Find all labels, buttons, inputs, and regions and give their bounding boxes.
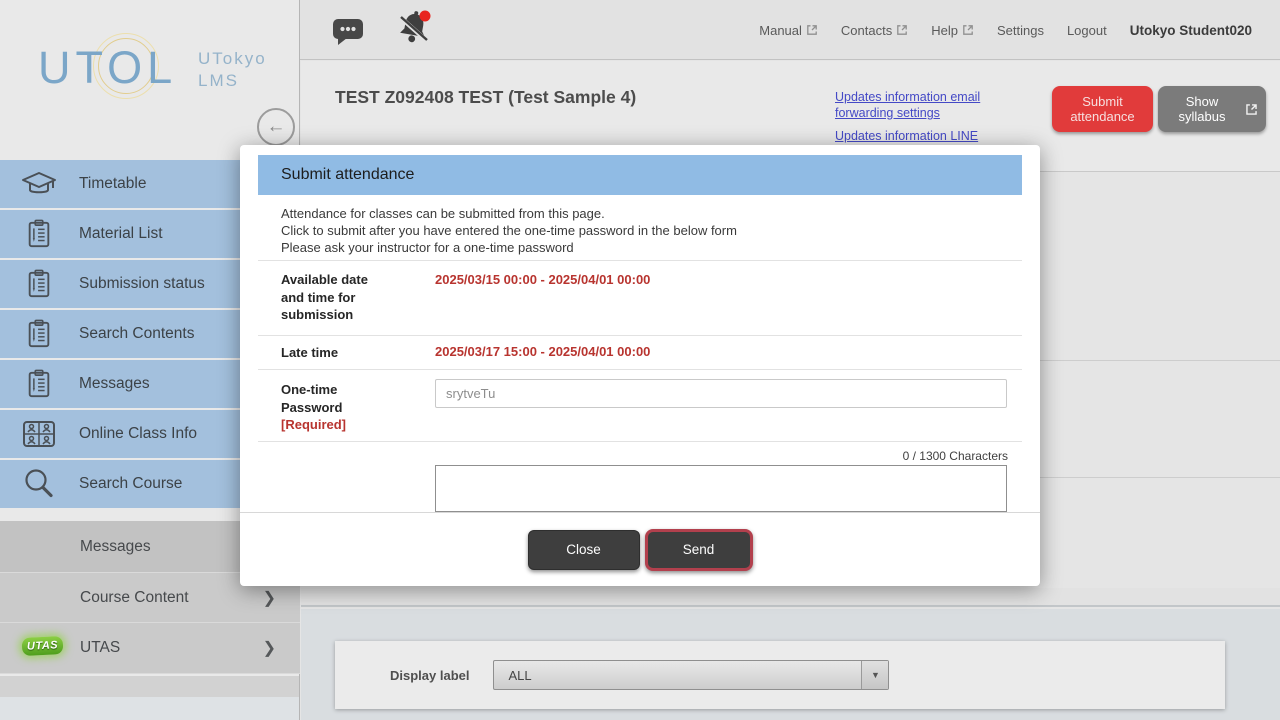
utol-logo: UTOL UTokyo LMS <box>38 42 278 122</box>
modal-footer: Close Send <box>240 512 1040 586</box>
sidebar-item-label: Search Contents <box>79 325 194 343</box>
nav-settings[interactable]: Settings <box>997 23 1044 38</box>
sidebar-item-label: Search Course <box>79 475 182 493</box>
modal-intro: Attendance for classes can be submitted … <box>281 205 737 256</box>
submit-attendance-button[interactable]: Submit attendance <box>1052 86 1153 132</box>
graduation-cap-icon <box>20 165 58 203</box>
clipboard-icon <box>20 265 58 303</box>
utas-logo-icon: UTAS <box>22 636 64 656</box>
required-badge: [Required] <box>281 416 393 434</box>
search-icon <box>20 465 58 503</box>
available-date-value: 2025/03/15 00:00 - 2025/04/01 00:00 <box>435 272 650 287</box>
sidebar-item-label: Online Class Info <box>79 425 197 443</box>
character-counter: 0 / 1300 Characters <box>903 449 1008 463</box>
nav-help[interactable]: Help <box>931 23 974 38</box>
sidebar-item-label: Material List <box>79 225 163 243</box>
sidebar-item-label: Messages <box>80 538 151 556</box>
selected-option: ALL <box>508 668 531 683</box>
sidebar-item-label: UTAS <box>80 639 120 657</box>
display-label-panel: Display label ALL ▼ <box>335 641 1225 709</box>
chat-bubble-icon[interactable] <box>330 15 366 47</box>
sidebar-item-label: Messages <box>79 375 150 393</box>
top-nav: Manual Contacts Help Settings Logout Uto… <box>759 0 1252 60</box>
one-time-password-input[interactable] <box>435 379 1007 408</box>
late-time-value: 2025/03/17 15:00 - 2025/04/01 00:00 <box>435 344 650 359</box>
logo-subtext: UTokyo LMS <box>198 48 267 92</box>
one-time-password-label: One-time Password [Required] <box>281 381 393 434</box>
external-link-icon <box>806 24 818 36</box>
header-links: Updates information email forwarding set… <box>835 89 999 144</box>
back-arrow-icon: ← <box>267 116 286 138</box>
video-grid-icon <box>20 415 58 453</box>
sidebar-item-label: Timetable <box>79 175 146 193</box>
close-button[interactable]: Close <box>528 530 640 570</box>
external-link-icon <box>1245 102 1258 117</box>
link-line-settings[interactable]: Updates information LINE <box>835 128 999 144</box>
sidebar-item-utas[interactable]: UTAS UTAS ❯ <box>0 623 300 674</box>
clipboard-icon <box>20 365 58 403</box>
display-label-text: Display label <box>390 668 469 683</box>
modal-title: Submit attendance <box>258 155 1022 195</box>
modal-divider <box>258 260 1022 261</box>
modal-divider <box>258 335 1022 336</box>
submit-attendance-modal: Submit attendance Attendance for classes… <box>240 145 1040 586</box>
comment-textarea[interactable] <box>435 465 1007 512</box>
modal-divider <box>258 441 1022 442</box>
link-email-forwarding-settings[interactable]: Updates information email forwarding set… <box>835 89 999 121</box>
sidebar-item-label: Submission status <box>79 275 205 293</box>
nav-logout[interactable]: Logout <box>1067 23 1107 38</box>
username: Utokyo Student020 <box>1130 23 1252 38</box>
notification-badge <box>420 11 431 22</box>
external-link-icon <box>896 24 908 36</box>
sidebar-bottom-strip <box>0 676 299 697</box>
nav-contacts[interactable]: Contacts <box>841 23 908 38</box>
nav-manual[interactable]: Manual <box>759 23 818 38</box>
show-syllabus-button[interactable]: Show syllabus <box>1158 86 1266 132</box>
course-title: TEST Z092408 TEST (Test Sample 4) <box>335 87 636 108</box>
available-date-label: Available date and time for submission <box>281 271 393 324</box>
sidebar-item-label: Course Content <box>80 589 189 607</box>
late-time-label: Late time <box>281 344 421 362</box>
clipboard-icon <box>20 215 58 253</box>
collapse-sidebar-button[interactable]: ← <box>257 108 295 146</box>
sidebar-bottom-area <box>0 697 299 720</box>
external-link-icon <box>962 24 974 36</box>
send-button[interactable]: Send <box>645 529 753 571</box>
clipboard-icon <box>20 315 58 353</box>
chevron-right-icon: ❯ <box>263 638 276 658</box>
top-bar: Manual Contacts Help Settings Logout Uto… <box>300 0 1280 60</box>
bell-muted-icon[interactable] <box>394 8 434 50</box>
content-bottom-band <box>301 588 1280 607</box>
modal-divider <box>258 369 1022 370</box>
chevron-right-icon: ❯ <box>263 588 276 608</box>
dropdown-arrow-icon[interactable]: ▼ <box>861 661 888 689</box>
display-label-select[interactable]: ALL ▼ <box>493 660 889 690</box>
